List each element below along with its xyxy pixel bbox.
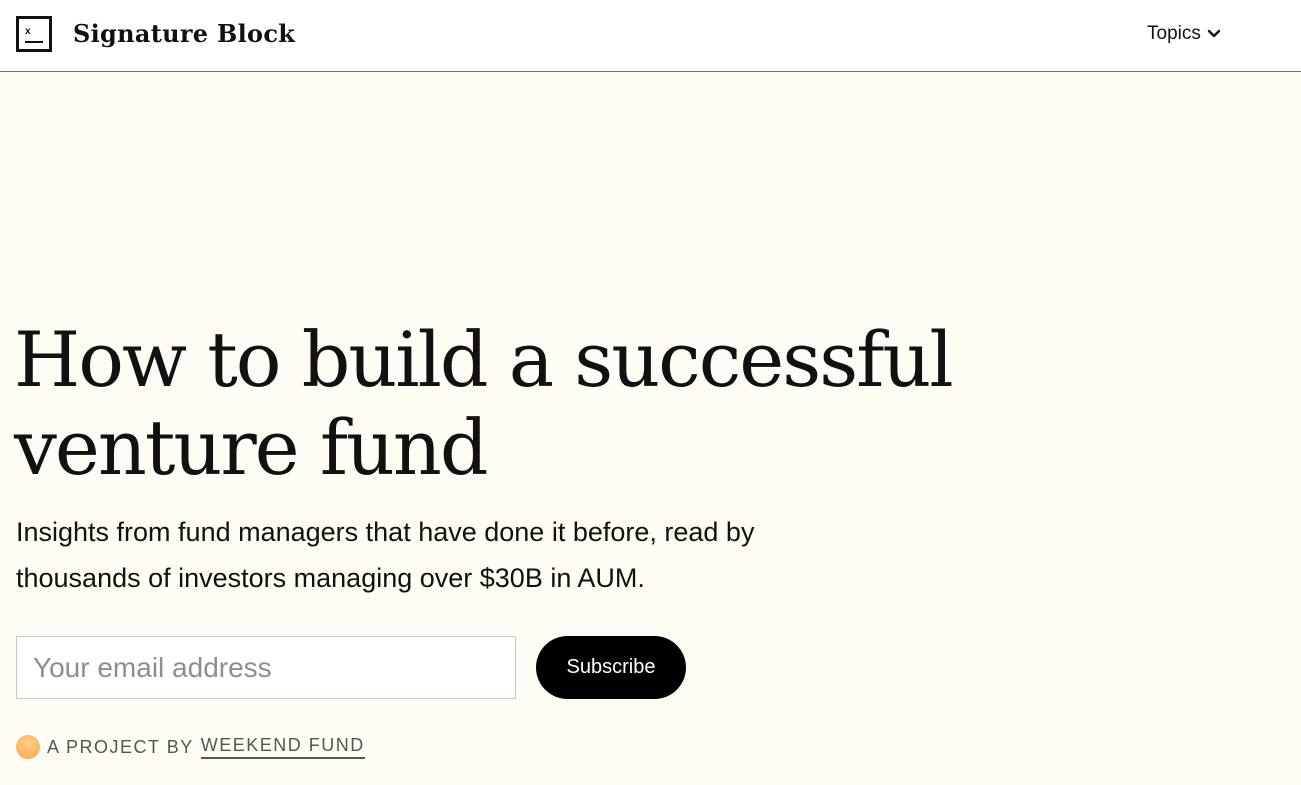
logo-icon[interactable]: x bbox=[16, 16, 52, 52]
site-header: x Signature Block Topics bbox=[0, 0, 1301, 72]
email-input[interactable] bbox=[16, 636, 516, 699]
hero-title: How to build a successful venture fund bbox=[14, 315, 954, 492]
topics-menu-button[interactable]: Topics bbox=[1147, 20, 1221, 48]
hero-subtitle: Insights from fund managers that have do… bbox=[16, 517, 755, 593]
brand-name[interactable]: Signature Block bbox=[73, 16, 295, 52]
logo-mark-letter: x bbox=[25, 26, 31, 37]
subscribe-button[interactable]: Subscribe bbox=[536, 636, 686, 699]
topics-label: Topics bbox=[1147, 23, 1201, 44]
project-credit: A PROJECT BY WEEKEND FUND bbox=[16, 734, 365, 760]
logo-mark-line bbox=[25, 41, 43, 43]
chevron-down-icon bbox=[1207, 29, 1221, 38]
weekend-fund-link[interactable]: WEEKEND FUND bbox=[200, 735, 365, 759]
project-label: A PROJECT BY bbox=[47, 736, 194, 757]
sun-icon bbox=[16, 735, 40, 759]
